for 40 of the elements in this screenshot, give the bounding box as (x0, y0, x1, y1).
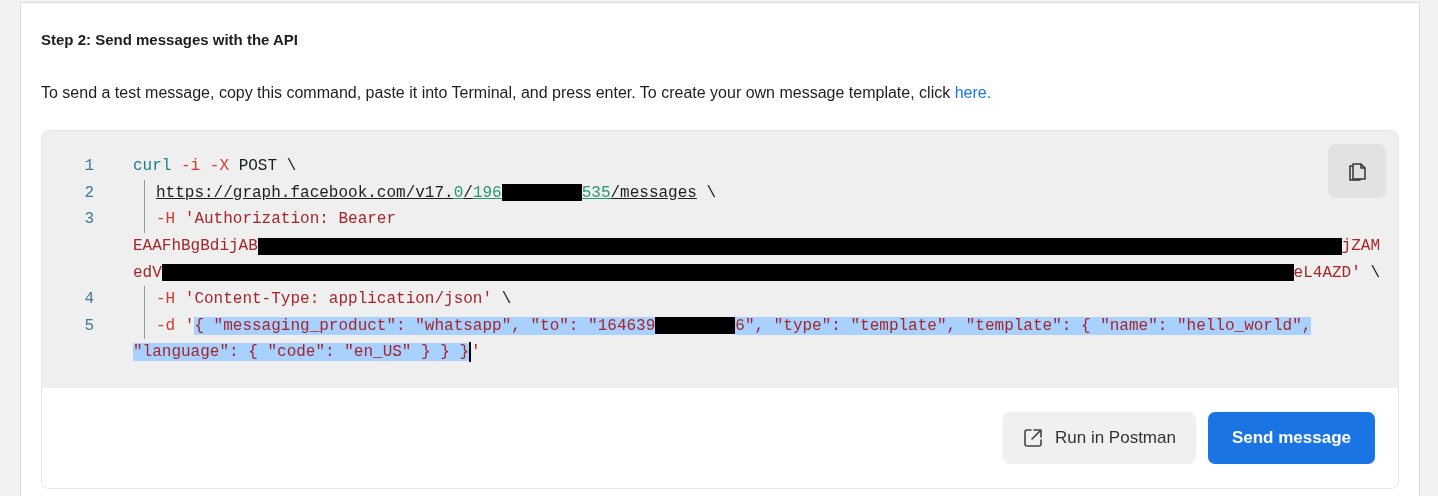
step-title: Step 2: Send messages with the API (41, 31, 299, 48)
code-text: \ (1369, 263, 1380, 282)
code-text: POST \ (237, 157, 297, 176)
instructions-text: To send a test message, copy this command, paste it into Terminal, and press enter. To create your own message template, click here. (41, 84, 993, 102)
code-link[interactable]: 196 (472, 183, 502, 202)
run-in-postman-button[interactable]: Run in Postman (1003, 411, 1196, 464)
code-link[interactable]: https://graph.facebook.com/v17. (156, 183, 454, 202)
code-text: 'Authorization: Bearer (183, 210, 397, 229)
external-link-icon (1023, 427, 1043, 448)
code-text: \ (705, 183, 717, 202)
code-text: 6", "type": "template", "template": { "name": "hello_world", (735, 316, 1312, 335)
code-text: curl (133, 157, 172, 176)
code-text: -d (156, 316, 176, 335)
code-text: eL4AZD' (1293, 263, 1361, 282)
text-cursor (469, 342, 472, 363)
code-text: 'Content-Type: application/json' (183, 290, 493, 309)
code-text: -H (156, 210, 176, 229)
code-link[interactable]: 535 (581, 183, 611, 202)
send-message-button[interactable]: Send message (1207, 411, 1375, 464)
code-link[interactable]: / (463, 183, 473, 202)
line-number: 1 (83, 157, 94, 176)
line-number: 4 (83, 290, 94, 309)
code-text: { "messaging_product": "whatsapp", "to": "164639 (194, 316, 656, 335)
code-text: jZAM (1341, 237, 1380, 256)
line-number: 5 (83, 316, 94, 335)
code-text: -H (156, 290, 176, 309)
code-text: "language": { "code": "en_US" } } } (133, 343, 470, 362)
code-text: ' (183, 316, 195, 335)
code-link[interactable]: 0 (453, 183, 464, 202)
code-text: \ (500, 290, 512, 309)
code-text: EAAFhBgBdijAB (133, 237, 258, 256)
code-text: -i (180, 157, 201, 176)
code-text: -X (208, 157, 230, 176)
code-text: ' (471, 343, 481, 362)
copy-button[interactable] (1328, 144, 1386, 198)
code-text: edV (133, 263, 162, 282)
here-link[interactable]: here. (954, 84, 992, 101)
line-number: 3 (83, 210, 94, 229)
line-number: 2 (83, 183, 94, 202)
code-link[interactable]: /messages (610, 183, 697, 202)
